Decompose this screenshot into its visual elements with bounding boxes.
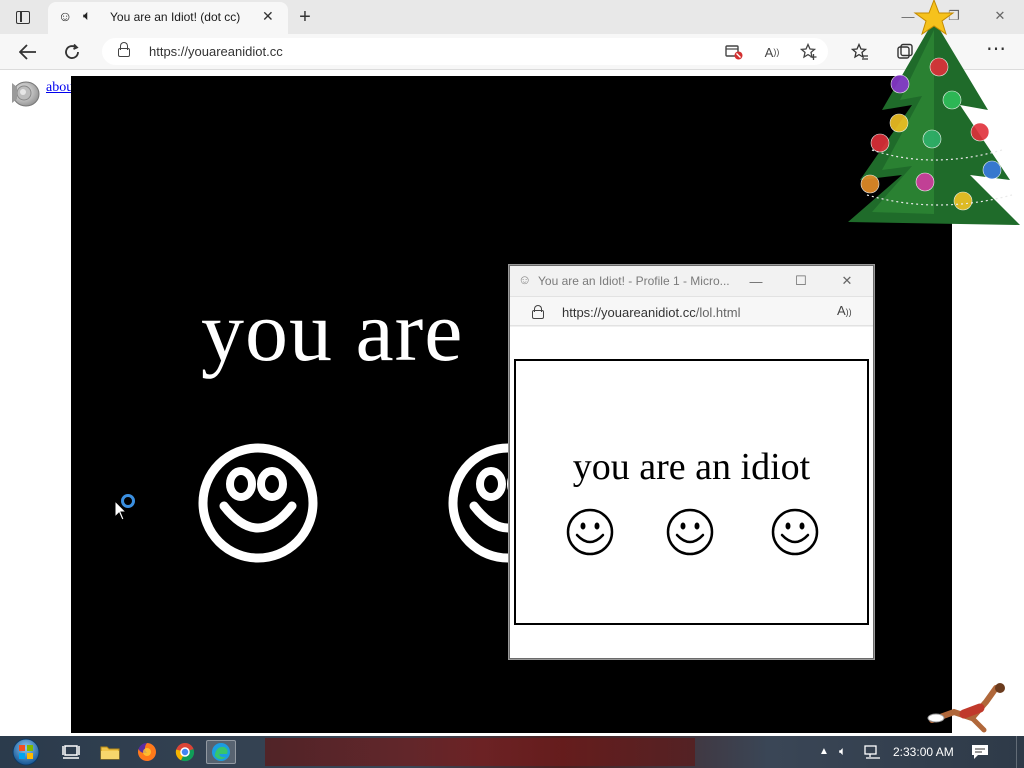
- tab-close-icon[interactable]: ✕: [262, 8, 274, 25]
- tab-youareanidiot[interactable]: ☺ 🔈︎ You are an Idiot! (dot cc) ✕: [48, 2, 288, 34]
- show-desktop-button[interactable]: [1016, 736, 1024, 768]
- chevron-up-icon[interactable]: ▲: [819, 746, 829, 757]
- popup-window[interactable]: ☺ You are an Idiot! - Profile 1 - Micro.…: [509, 265, 874, 659]
- popup-url[interactable]: https://youareanidiot.cc/lol.html: [562, 305, 741, 320]
- christmas-tree-image: [848, 0, 1020, 225]
- speaker-image: [12, 81, 40, 107]
- back-icon[interactable]: [16, 40, 40, 64]
- start-orb-icon[interactable]: [8, 737, 44, 767]
- new-tab-button[interactable]: +: [295, 6, 315, 28]
- lock-icon[interactable]: [118, 42, 130, 58]
- tab-actions-icon[interactable]: [13, 7, 33, 27]
- popup-headline: you are an idiot: [572, 446, 811, 488]
- smiley-icon: ☺: [518, 272, 532, 287]
- network-icon[interactable]: [864, 744, 882, 760]
- popup-minimize-icon[interactable]: —: [743, 271, 769, 291]
- smiley-icon: ☺: [58, 8, 73, 24]
- smiley-icon: [198, 443, 318, 563]
- taskbar: ▲ 🔈︎ 2:33:00 AM: [0, 736, 1024, 768]
- task-view-icon[interactable]: [58, 740, 84, 764]
- smiley-icon: [771, 508, 819, 556]
- address-bar[interactable]: https://youareanidiot.cc A)): [102, 38, 828, 65]
- popup-title: You are an Idiot! - Profile 1 - Micro...: [538, 274, 730, 288]
- edge-icon[interactable]: [206, 740, 236, 764]
- volume-icon[interactable]: 🔈︎: [839, 744, 846, 759]
- running-figure-image: [927, 683, 1005, 733]
- chrome-icon[interactable]: [172, 740, 198, 764]
- add-favorite-icon[interactable]: [799, 43, 819, 61]
- popup-url-host: https://youareanidiot.cc: [562, 305, 696, 320]
- smiley-icon: [566, 508, 614, 556]
- clock[interactable]: 2:33:00 AM: [893, 745, 954, 759]
- popup-body: you are an idiot: [510, 327, 873, 658]
- read-aloud-icon[interactable]: A)): [762, 43, 782, 61]
- popup-content-frame: you are an idiot: [514, 359, 869, 625]
- refresh-icon[interactable]: [60, 40, 84, 64]
- big-headline: you are: [201, 283, 464, 379]
- popup-close-icon[interactable]: ✕: [834, 271, 860, 291]
- busy-indicator-icon: [121, 494, 135, 508]
- blocked-popup-icon[interactable]: [724, 43, 744, 61]
- taskbar-preview-band: [265, 738, 695, 766]
- speaker-icon[interactable]: 🔈︎: [83, 7, 91, 24]
- read-aloud-icon[interactable]: A)): [837, 303, 852, 318]
- notification-icon[interactable]: [970, 743, 990, 761]
- smiley-icon: [666, 508, 714, 556]
- lock-icon[interactable]: [532, 305, 544, 320]
- popup-url-path: /lol.html: [695, 305, 741, 320]
- firefox-icon[interactable]: [134, 740, 160, 764]
- popup-title-bar[interactable]: ☺ You are an Idiot! - Profile 1 - Micro.…: [510, 266, 873, 296]
- popup-address-bar[interactable]: https://youareanidiot.cc/lol.html A)): [510, 296, 873, 326]
- popup-maximize-icon[interactable]: ☐: [788, 271, 814, 291]
- tab-title: You are an Idiot! (dot cc): [110, 10, 241, 24]
- address-url[interactable]: https://youareanidiot.cc: [149, 44, 283, 59]
- file-explorer-icon[interactable]: [97, 740, 123, 764]
